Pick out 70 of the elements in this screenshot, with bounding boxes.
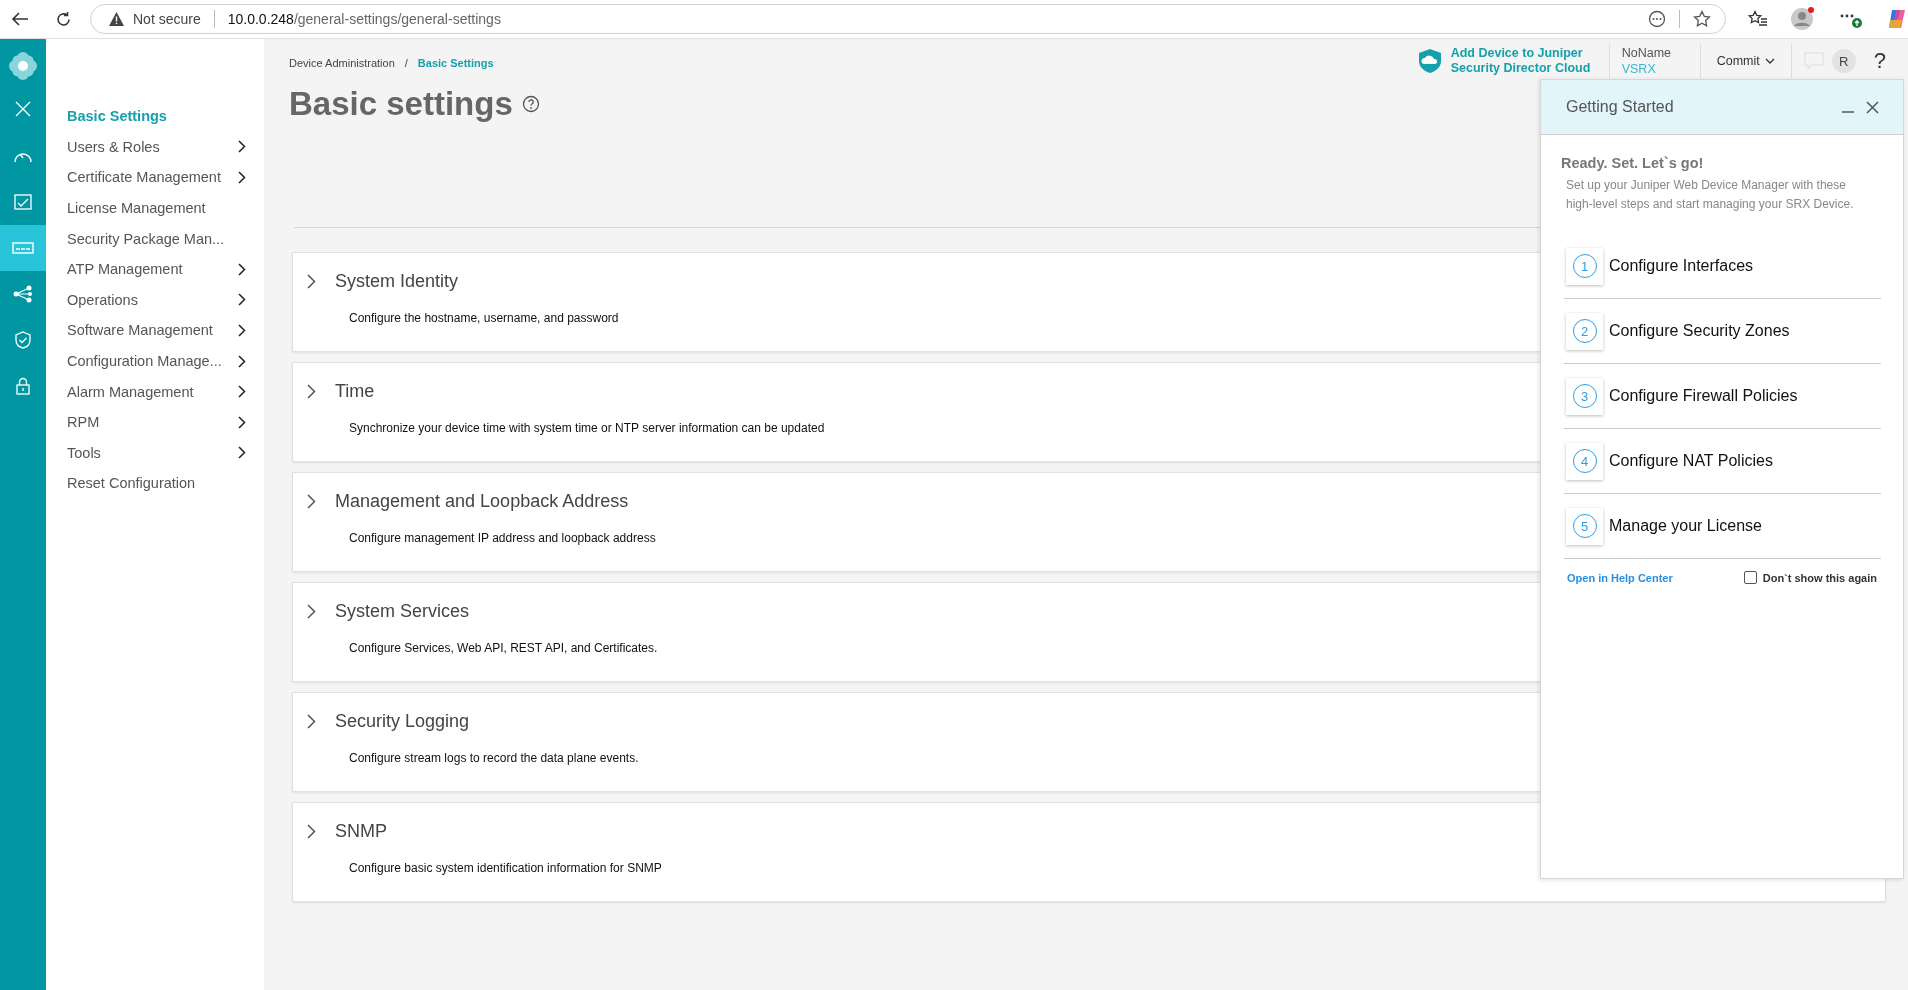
warning-icon bbox=[109, 12, 124, 26]
help-button[interactable]: ? bbox=[1873, 48, 1886, 74]
chevron-right-icon bbox=[238, 171, 246, 184]
panel-heading: Ready. Set. Let`s go! bbox=[1561, 155, 1705, 171]
cloud-shield-icon[interactable] bbox=[1416, 48, 1443, 74]
star-icon[interactable] bbox=[1693, 10, 1711, 28]
help-icon[interactable] bbox=[521, 95, 540, 113]
chevron-right-icon bbox=[238, 415, 246, 429]
back-icon[interactable] bbox=[11, 11, 29, 27]
network-icon bbox=[13, 285, 33, 303]
lock-icon bbox=[16, 377, 30, 395]
menu-item[interactable]: Users & Roles bbox=[67, 131, 264, 163]
profile-icon[interactable] bbox=[1790, 6, 1816, 32]
chevron-right-icon bbox=[238, 323, 246, 337]
menu-item[interactable]: Reset Configuration bbox=[67, 468, 264, 499]
chevron-right-icon bbox=[238, 262, 246, 276]
url-text: 10.0.0.248/general-settings/general-settings bbox=[227, 11, 501, 27]
reader-icon[interactable] bbox=[1648, 10, 1666, 28]
menu-item[interactable]: Tools bbox=[67, 437, 264, 469]
menu-item[interactable]: RPM bbox=[67, 406, 264, 438]
page-title: Basic settings bbox=[289, 85, 513, 123]
device-icon bbox=[12, 242, 34, 254]
menu-item[interactable]: Alarm Management bbox=[67, 376, 264, 407]
card-description: Configure management IP address and loopback address bbox=[349, 531, 657, 545]
card-description: Configure basic system identification information for SNMP bbox=[349, 861, 663, 875]
card-description: Configure Services, Web API, REST API, and Certificates. bbox=[349, 641, 659, 655]
card-title: Security Logging bbox=[335, 710, 470, 732]
step-link[interactable]: Manage your License bbox=[1609, 517, 1762, 535]
chevron-right-icon bbox=[238, 293, 246, 307]
card-description: Configure the hostname, username, and password bbox=[349, 311, 620, 325]
menu-item[interactable]: Security Package Man... bbox=[67, 223, 264, 254]
breadcrumb-link[interactable]: Device Administration bbox=[289, 57, 395, 69]
step-link[interactable]: Configure Interfaces bbox=[1609, 257, 1754, 275]
close-icon[interactable] bbox=[1866, 100, 1879, 114]
step-link[interactable]: Configure Security Zones bbox=[1609, 322, 1790, 340]
card-description: Configure stream logs to record the data plane events. bbox=[349, 751, 640, 765]
panel-description: Set up your Juniper Web Device Manager with these high-level steps and start managing your SRX Device. bbox=[1566, 177, 1855, 213]
menu-item[interactable]: Operations bbox=[67, 284, 264, 316]
commit-dropdown[interactable]: Commit bbox=[1712, 50, 1779, 72]
menu-item[interactable]: Configuration Manage... bbox=[67, 345, 264, 377]
panel-title: Getting Started bbox=[1566, 98, 1675, 116]
security-label: Not secure bbox=[133, 11, 201, 27]
menu-item[interactable]: Software Management bbox=[67, 315, 264, 346]
chevron-right-icon bbox=[238, 140, 246, 154]
chevron-right-icon bbox=[238, 354, 246, 368]
card-title: System Identity bbox=[335, 270, 459, 292]
favorites-icon[interactable] bbox=[1748, 10, 1768, 28]
menu-item[interactable]: ATP Management bbox=[67, 253, 264, 285]
card-title: System Services bbox=[335, 600, 470, 622]
card-title: SNMP bbox=[335, 820, 387, 842]
menu-item[interactable]: License Management bbox=[67, 192, 264, 224]
breadcrumb-separator: / bbox=[404, 57, 408, 69]
device-model: VSRX bbox=[1621, 61, 1657, 77]
reload-icon[interactable] bbox=[55, 10, 72, 28]
step-link[interactable]: Configure Firewall Policies bbox=[1609, 387, 1798, 405]
chevron-right-icon bbox=[238, 446, 246, 460]
device-name: NoName bbox=[1621, 45, 1672, 61]
card-title: Time bbox=[335, 380, 375, 402]
assistant-icon[interactable] bbox=[1886, 8, 1908, 30]
menu-item[interactable]: Certificate Management bbox=[67, 162, 264, 193]
shield-icon bbox=[15, 331, 31, 349]
card-description: Synchronize your device time with system time or NTP server information can be updated bbox=[349, 421, 826, 435]
monitor-icon bbox=[14, 194, 32, 210]
caret-icon bbox=[1764, 58, 1775, 64]
flower-logo-icon[interactable] bbox=[8, 51, 38, 81]
checkbox-label: Don`t show this again bbox=[1762, 571, 1877, 584]
chevron-right-icon bbox=[238, 385, 246, 399]
checkbox[interactable] bbox=[1743, 571, 1757, 584]
user-avatar[interactable]: R bbox=[1831, 49, 1856, 73]
card-title: Management and Loopback Address bbox=[335, 490, 629, 512]
